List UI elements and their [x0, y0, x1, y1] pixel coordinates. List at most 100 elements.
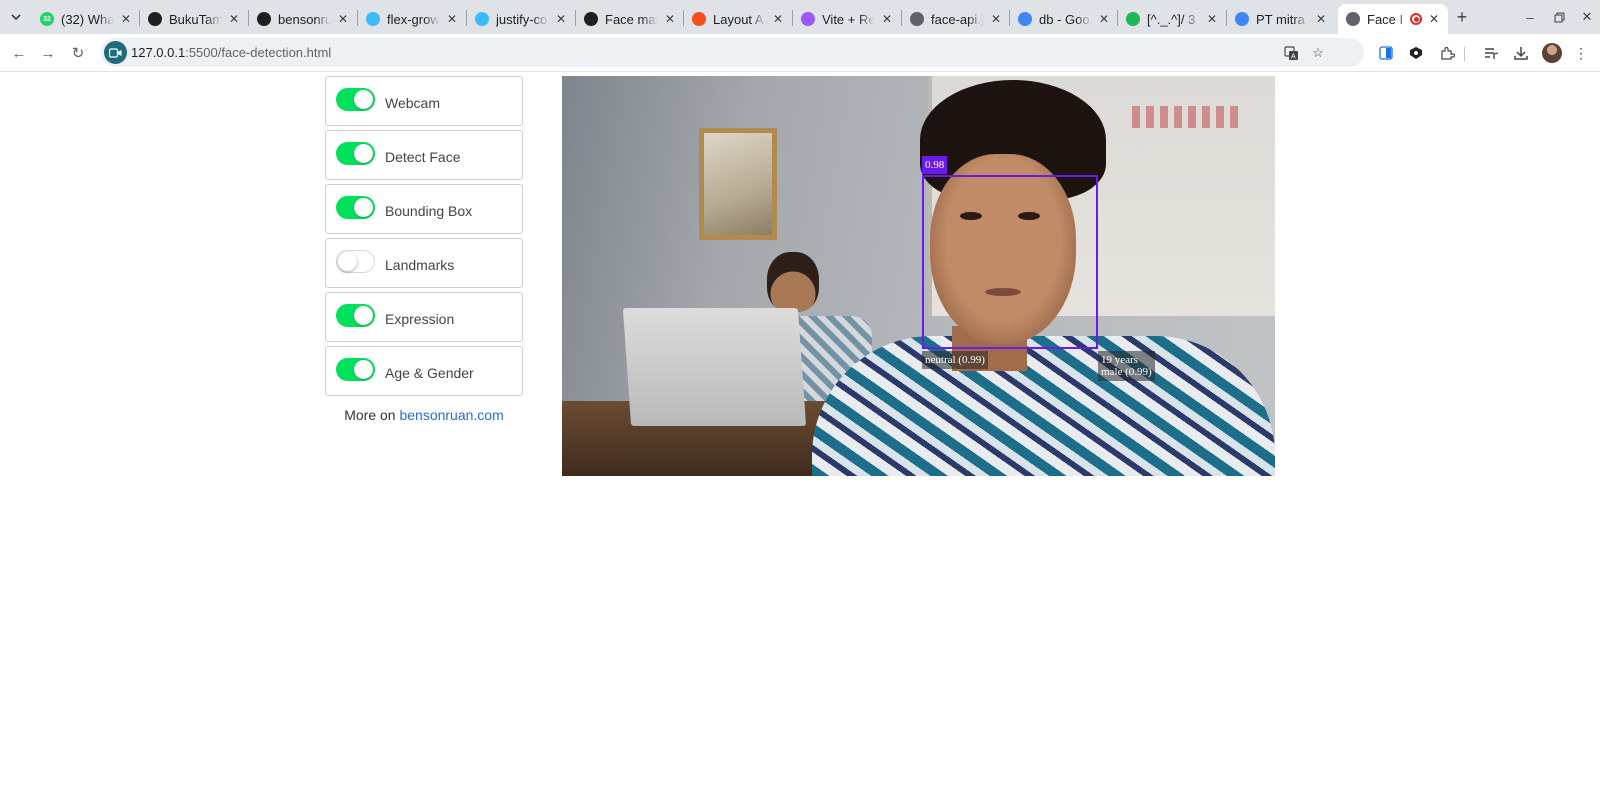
option-label: Bounding Box [385, 203, 473, 219]
close-tab-icon[interactable]: ✕ [879, 11, 895, 27]
close-tab-icon[interactable]: ✕ [1426, 11, 1442, 27]
google-docs-icon [1018, 12, 1032, 26]
close-icon: ✕ [1581, 9, 1593, 24]
option-label: Landmarks [385, 257, 455, 273]
arrow-left-icon: ← [11, 44, 27, 62]
option-webcam: Webcam [325, 76, 523, 126]
option-age-gender: Age & Gender [325, 346, 523, 396]
puzzle-icon[interactable] [1436, 42, 1458, 64]
close-tab-icon[interactable]: ✕ [444, 11, 460, 27]
option-list: Webcam Detect Face Bounding Box Landmarks Ex… [325, 76, 523, 396]
close-tab-icon[interactable]: ✕ [335, 11, 351, 27]
side-panel-icon[interactable] [1375, 42, 1397, 64]
tab-7[interactable]: Vite + Re ✕ [793, 4, 901, 34]
tab-strip: 32 (32) Wha ✕ BukuTam ✕ bensonru ✕ flex-grow ✕ ju… [0, 0, 1600, 34]
media-queue-icon[interactable] [1480, 42, 1502, 64]
more-menu-icon[interactable]: ⋮ [1570, 42, 1592, 64]
plus-icon: + [1456, 6, 1468, 27]
tab-title: Vite + Re [822, 11, 875, 27]
close-tab-icon[interactable]: ✕ [1313, 11, 1329, 27]
tab-3[interactable]: flex-grow ✕ [358, 4, 466, 34]
close-tab-icon[interactable]: ✕ [118, 11, 134, 27]
options-panel: Webcam Detect Face Bounding Box Landmarks Ex… [325, 76, 523, 423]
toggle-knob [354, 198, 373, 217]
url-path: :5500/face-detection.html [185, 45, 332, 60]
arrow-right-icon: → [40, 44, 56, 62]
toggle-switch[interactable] [336, 142, 375, 165]
translate-icon[interactable]: A [1281, 43, 1301, 63]
tab-title: Layout A [713, 11, 764, 27]
toggle-knob [354, 360, 373, 379]
tab-title: PT mitra [1256, 11, 1305, 27]
profile-avatar[interactable] [1542, 43, 1562, 63]
option-landmarks: Landmarks [325, 238, 523, 288]
tab-5[interactable]: Face mat ✕ [576, 4, 684, 34]
age-gender-label: 19 years male (0.99) [1098, 351, 1155, 381]
tab-8[interactable]: face-api.j ✕ [902, 4, 1010, 34]
tab-2[interactable]: bensonru ✕ [249, 4, 357, 34]
option-label: Detect Face [385, 149, 461, 165]
camera-in-use-icon[interactable] [104, 41, 127, 64]
close-tab-icon[interactable]: ✕ [226, 11, 242, 27]
close-tab-icon[interactable]: ✕ [1204, 11, 1220, 27]
reload-icon: ↻ [71, 45, 85, 62]
close-tab-icon[interactable]: ✕ [988, 11, 1004, 27]
chevron-down-icon [11, 14, 21, 21]
tab-9[interactable]: db - Goo ✕ [1010, 4, 1118, 34]
tab-10[interactable]: [^._.^]/ 3 ✕ [1118, 4, 1226, 34]
address-bar[interactable]: 127.0.0.1:5500/face-detection.html A ☆ [101, 38, 1364, 67]
more-prefix: More on [344, 407, 400, 423]
close-window-button[interactable]: ✕ [1576, 6, 1598, 28]
bookmark-star-icon[interactable]: ☆ [1308, 43, 1328, 63]
minimize-button[interactable]: – [1519, 6, 1541, 28]
new-tab-button[interactable]: + [1450, 5, 1474, 29]
tab-title: justify-co [496, 11, 548, 27]
bensonruan-link[interactable]: bensonruan.com [399, 407, 503, 423]
reload-button[interactable]: ↻ [66, 41, 90, 65]
github-icon [257, 12, 271, 26]
close-tab-icon[interactable]: ✕ [1096, 11, 1112, 27]
download-icon[interactable] [1510, 42, 1532, 64]
restore-button[interactable] [1548, 6, 1570, 28]
option-bounding-box: Bounding Box [325, 184, 523, 234]
toggle-switch[interactable] [336, 250, 375, 273]
option-detect-face: Detect Face [325, 130, 523, 180]
close-tab-icon[interactable]: ✕ [770, 11, 786, 27]
tab-12[interactable]: Face I ✕ [1338, 4, 1448, 34]
tab-11[interactable]: PT mitra ✕ [1227, 4, 1335, 34]
vite-icon [801, 12, 815, 26]
video-subject-shirt [812, 336, 1275, 476]
forward-button[interactable]: → [36, 41, 60, 65]
svg-text:A: A [1291, 53, 1296, 60]
toggle-switch[interactable] [336, 304, 375, 327]
recording-indicator-icon [1410, 13, 1422, 25]
tab-1[interactable]: BukuTam ✕ [140, 4, 248, 34]
toggle-switch[interactable] [336, 88, 375, 111]
tab-4[interactable]: justify-co ✕ [467, 4, 575, 34]
tab-6[interactable]: Layout A ✕ [684, 4, 792, 34]
browser-toolbar: ← → ↻ 127.0.0.1:5500/face-detection.html… [0, 34, 1600, 72]
toggle-switch[interactable] [336, 358, 375, 381]
toolbar-divider [1464, 47, 1465, 61]
tab-title: face-api.j [931, 11, 984, 27]
google-icon [1235, 12, 1249, 26]
option-label: Age & Gender [385, 365, 474, 381]
option-label: Expression [385, 311, 455, 327]
back-button[interactable]: ← [7, 41, 31, 65]
tab-search-button[interactable] [5, 6, 27, 28]
tab-0[interactable]: 32 (32) Wha ✕ [32, 4, 140, 34]
tab-title: BukuTam [169, 11, 222, 27]
video-laptop [622, 308, 807, 426]
close-tab-icon[interactable]: ✕ [553, 11, 569, 27]
github-icon [148, 12, 162, 26]
restore-icon [1554, 12, 1564, 22]
close-tab-icon[interactable]: ✕ [662, 11, 678, 27]
toggle-knob [338, 252, 357, 271]
toggle-switch[interactable] [336, 196, 375, 219]
tailwind-icon [475, 12, 489, 26]
extension-shield-icon[interactable] [1405, 42, 1427, 64]
url-text[interactable]: 127.0.0.1:5500/face-detection.html [131, 45, 331, 60]
tailwind-icon [366, 12, 380, 26]
tab-title: Face I [1367, 11, 1404, 27]
more-link-line: More on bensonruan.com [325, 407, 523, 423]
